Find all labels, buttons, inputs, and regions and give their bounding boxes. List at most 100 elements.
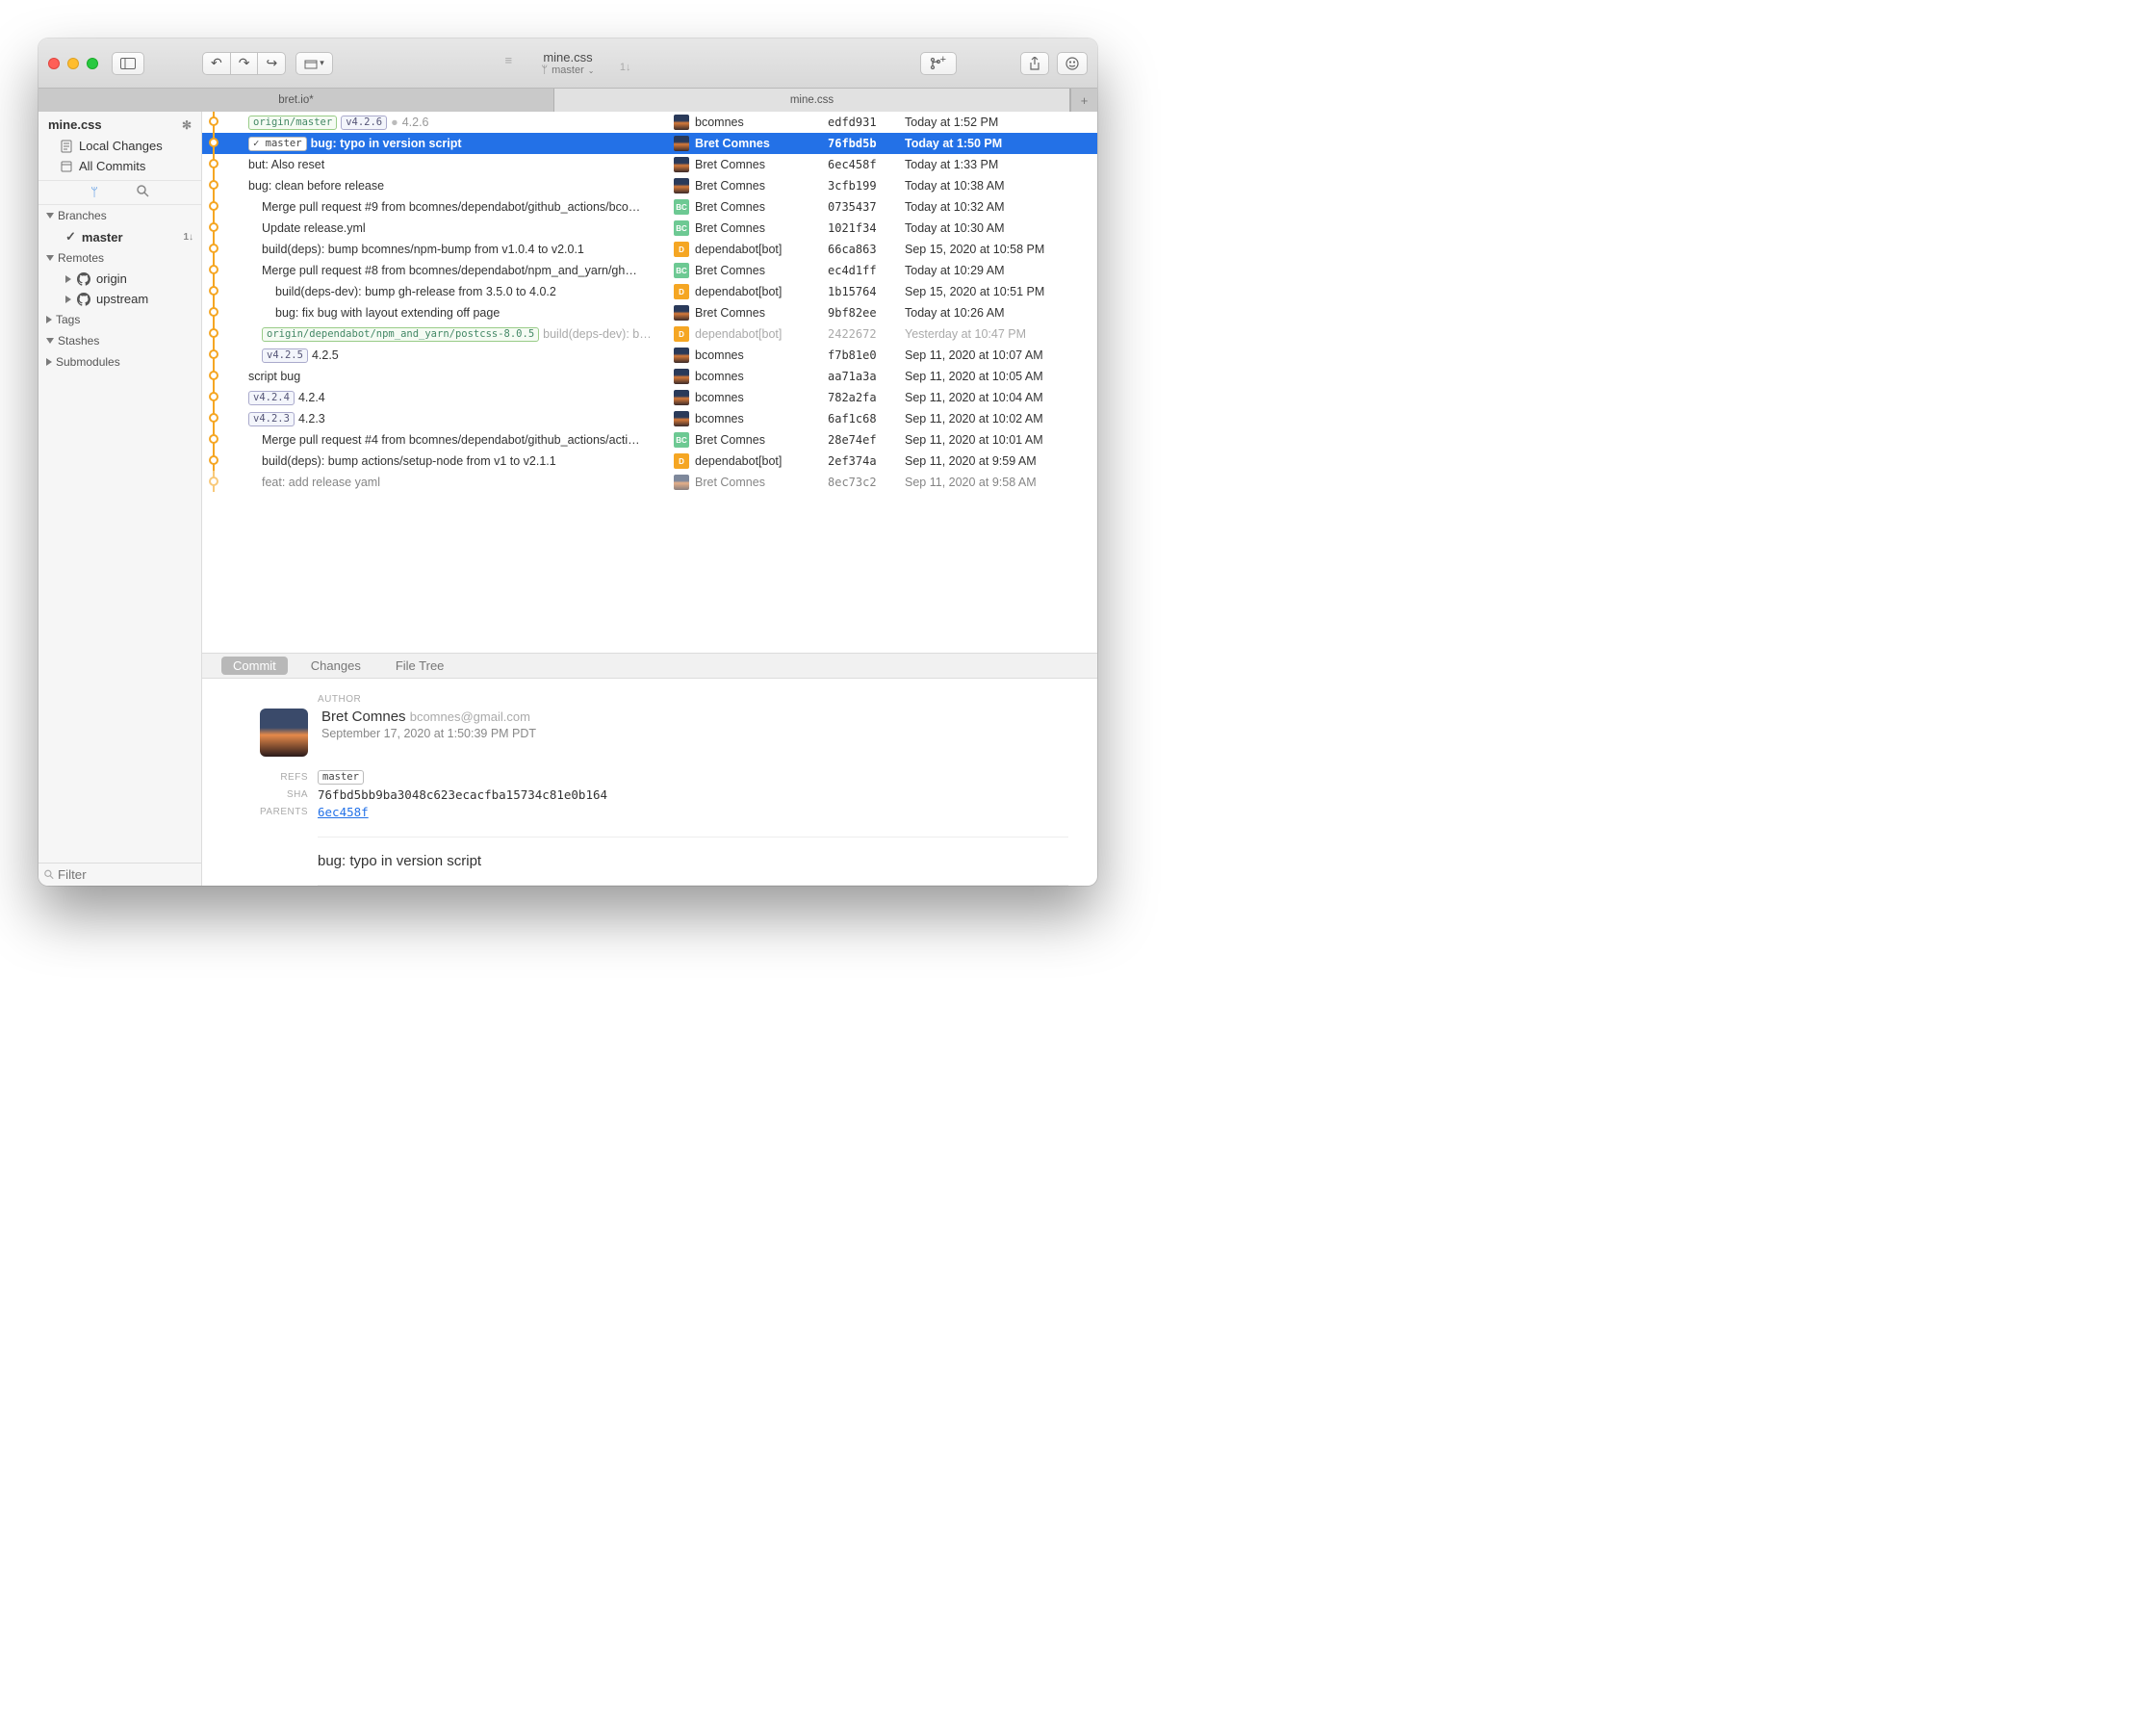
remote-upstream[interactable]: upstream	[38, 289, 201, 309]
ref-tag[interactable]: v4.2.5	[262, 348, 308, 363]
avatar	[674, 305, 689, 321]
sidebar: mine.css ✻ Local Changes All Commits ᛘ B…	[38, 112, 202, 886]
all-commits-item[interactable]: All Commits	[38, 156, 201, 176]
repo-name: mine.css	[48, 117, 102, 132]
remote-origin[interactable]: origin	[38, 269, 201, 289]
avatar: BC	[674, 263, 689, 278]
commit-row[interactable]: Merge pull request #4 from bcomnes/depen…	[202, 429, 1097, 451]
commit-row[interactable]: origin/masterv4.2.6 ● 4.2.6bcomnesedfd93…	[202, 112, 1097, 133]
stashes-section[interactable]: Stashes	[38, 330, 201, 351]
window-title: ≡ mine.css ᛘmaster⌄ 1↓	[542, 50, 595, 76]
tab-bret-io[interactable]: bret.io*	[38, 89, 554, 112]
author-email: bcomnes@gmail.com	[410, 709, 530, 724]
detail-tabs: Commit Changes File Tree	[202, 654, 1097, 679]
commit-row[interactable]: v4.2.4 4.2.4bcomnes782a2faSep 11, 2020 a…	[202, 387, 1097, 408]
branches-section[interactable]: Branches	[38, 205, 201, 226]
avatar	[674, 475, 689, 490]
tab-changes[interactable]: Changes	[299, 657, 372, 675]
local-changes-item[interactable]: Local Changes	[38, 136, 201, 156]
avatar	[674, 136, 689, 151]
content-area: origin/masterv4.2.6 ● 4.2.6bcomnesedfd93…	[202, 112, 1097, 886]
tab-mine-css[interactable]: mine.css	[554, 89, 1070, 112]
maximize-window-button[interactable]	[87, 58, 98, 69]
commit-row[interactable]: feat: add release yamlBret Comnes8ec73c2…	[202, 472, 1097, 493]
branch-indicator[interactable]: ᛘmaster⌄	[542, 64, 595, 76]
commit-row[interactable]: v4.2.5 4.2.5bcomnesf7b81e0Sep 11, 2020 a…	[202, 345, 1097, 366]
commit-row[interactable]: bug: fix bug with layout extending off p…	[202, 302, 1097, 323]
ref-tag[interactable]: v4.2.6	[341, 116, 387, 130]
avatar: BC	[674, 432, 689, 448]
author-name: Bret Comnes	[321, 709, 406, 725]
avatar	[674, 115, 689, 130]
branch-view-icon[interactable]: ᛘ	[90, 185, 98, 200]
commit-row[interactable]: Merge pull request #9 from bcomnes/depen…	[202, 196, 1097, 218]
avatar	[674, 390, 689, 405]
ref-tag[interactable]: v4.2.3	[248, 412, 295, 426]
gear-icon[interactable]: ✻	[182, 118, 192, 132]
commit-row[interactable]: script bugbcomnesaa71a3aSep 11, 2020 at …	[202, 366, 1097, 387]
share-button[interactable]	[1020, 52, 1049, 75]
app-window: ↶ ↷ ↪ ▾ ≡ mine.css ᛘmaster⌄ 1↓ +	[38, 39, 1097, 886]
avatar: BC	[674, 220, 689, 236]
commit-row[interactable]: origin/dependabot/npm_and_yarn/postcss-8…	[202, 323, 1097, 345]
commit-row[interactable]: but: Also resetBret Comnes6ec458fToday a…	[202, 154, 1097, 175]
commit-row[interactable]: build(deps-dev): bump gh-release from 3.…	[202, 281, 1097, 302]
avatar	[674, 348, 689, 363]
ref-tag[interactable]: origin/master	[248, 116, 337, 130]
commit-detail: AUTHOR Bret Comnes bcomnes@gmail.com Sep…	[202, 679, 1097, 886]
commit-row[interactable]: Merge pull request #8 from bcomnes/depen…	[202, 260, 1097, 281]
main-area: mine.css ✻ Local Changes All Commits ᛘ B…	[38, 112, 1097, 886]
document-tabs: bret.io* mine.css +	[38, 89, 1097, 112]
traffic-lights	[48, 58, 98, 69]
commit-message: bug: typo in version script	[318, 837, 1068, 886]
avatar: D	[674, 242, 689, 257]
author-avatar	[260, 709, 308, 757]
full-sha: 76fbd5bb9ba3048c623ecacfba15734c81e0b164	[318, 787, 607, 802]
submodules-section[interactable]: Submodules	[38, 351, 201, 373]
author-date: September 17, 2020 at 1:50:39 PM PDT	[321, 727, 536, 740]
close-window-button[interactable]	[48, 58, 60, 69]
parent-link[interactable]: 6ec458f	[318, 805, 369, 819]
commit-row[interactable]: v4.2.3 4.2.3bcomnes6af1c68Sep 11, 2020 a…	[202, 408, 1097, 429]
avatar: D	[674, 453, 689, 469]
new-tab-button[interactable]: +	[1070, 89, 1097, 112]
avatar: BC	[674, 199, 689, 215]
stash-button[interactable]: ▾	[295, 52, 333, 75]
remotes-section[interactable]: Remotes	[38, 247, 201, 269]
avatar: D	[674, 326, 689, 342]
repo-header: mine.css ✻	[38, 112, 201, 136]
ref-tag[interactable]: ✓ master	[248, 137, 307, 151]
search-icon[interactable]	[137, 185, 149, 200]
filter-field[interactable]	[58, 867, 195, 882]
avatar	[674, 178, 689, 193]
tab-commit[interactable]: Commit	[221, 657, 288, 675]
branch-button[interactable]: +	[920, 52, 957, 75]
redo-button[interactable]: ↷	[230, 52, 259, 75]
tags-section[interactable]: Tags	[38, 309, 201, 330]
titlebar: ↶ ↷ ↪ ▾ ≡ mine.css ᛘmaster⌄ 1↓ +	[38, 39, 1097, 89]
ref-tag[interactable]: v4.2.4	[248, 391, 295, 405]
commit-row[interactable]: build(deps): bump actions/setup-node fro…	[202, 451, 1097, 472]
branch-master[interactable]: ✓master 1↓	[38, 226, 201, 247]
sidebar-view-switcher: ᛘ	[38, 180, 201, 205]
avatar	[674, 411, 689, 426]
commit-row[interactable]: Update release.ymlBCBret Comnes1021f34To…	[202, 218, 1097, 239]
step-button[interactable]: ↪	[257, 52, 286, 75]
undo-button[interactable]: ↶	[202, 52, 231, 75]
sort-button[interactable]: 1↓	[620, 62, 631, 73]
tab-filetree[interactable]: File Tree	[384, 657, 456, 675]
ref-badge[interactable]: master	[318, 770, 364, 785]
sidebar-toggle-button[interactable]	[112, 52, 144, 75]
avatar	[674, 369, 689, 384]
avatar	[674, 157, 689, 172]
minimize-window-button[interactable]	[67, 58, 79, 69]
commit-row[interactable]: bug: clean before releaseBret Comnes3cfb…	[202, 175, 1097, 196]
emoji-button[interactable]	[1057, 52, 1088, 75]
avatar: D	[674, 284, 689, 299]
author-label: AUTHOR	[318, 694, 1068, 705]
filter-input[interactable]	[38, 863, 201, 886]
commit-row[interactable]: ✓ master bug: typo in version scriptBret…	[202, 133, 1097, 154]
ref-tag[interactable]: origin/dependabot/npm_and_yarn/postcss-8…	[262, 327, 539, 342]
history-nav-group: ↶ ↷ ↪	[202, 52, 286, 75]
commit-row[interactable]: build(deps): bump bcomnes/npm-bump from …	[202, 239, 1097, 260]
